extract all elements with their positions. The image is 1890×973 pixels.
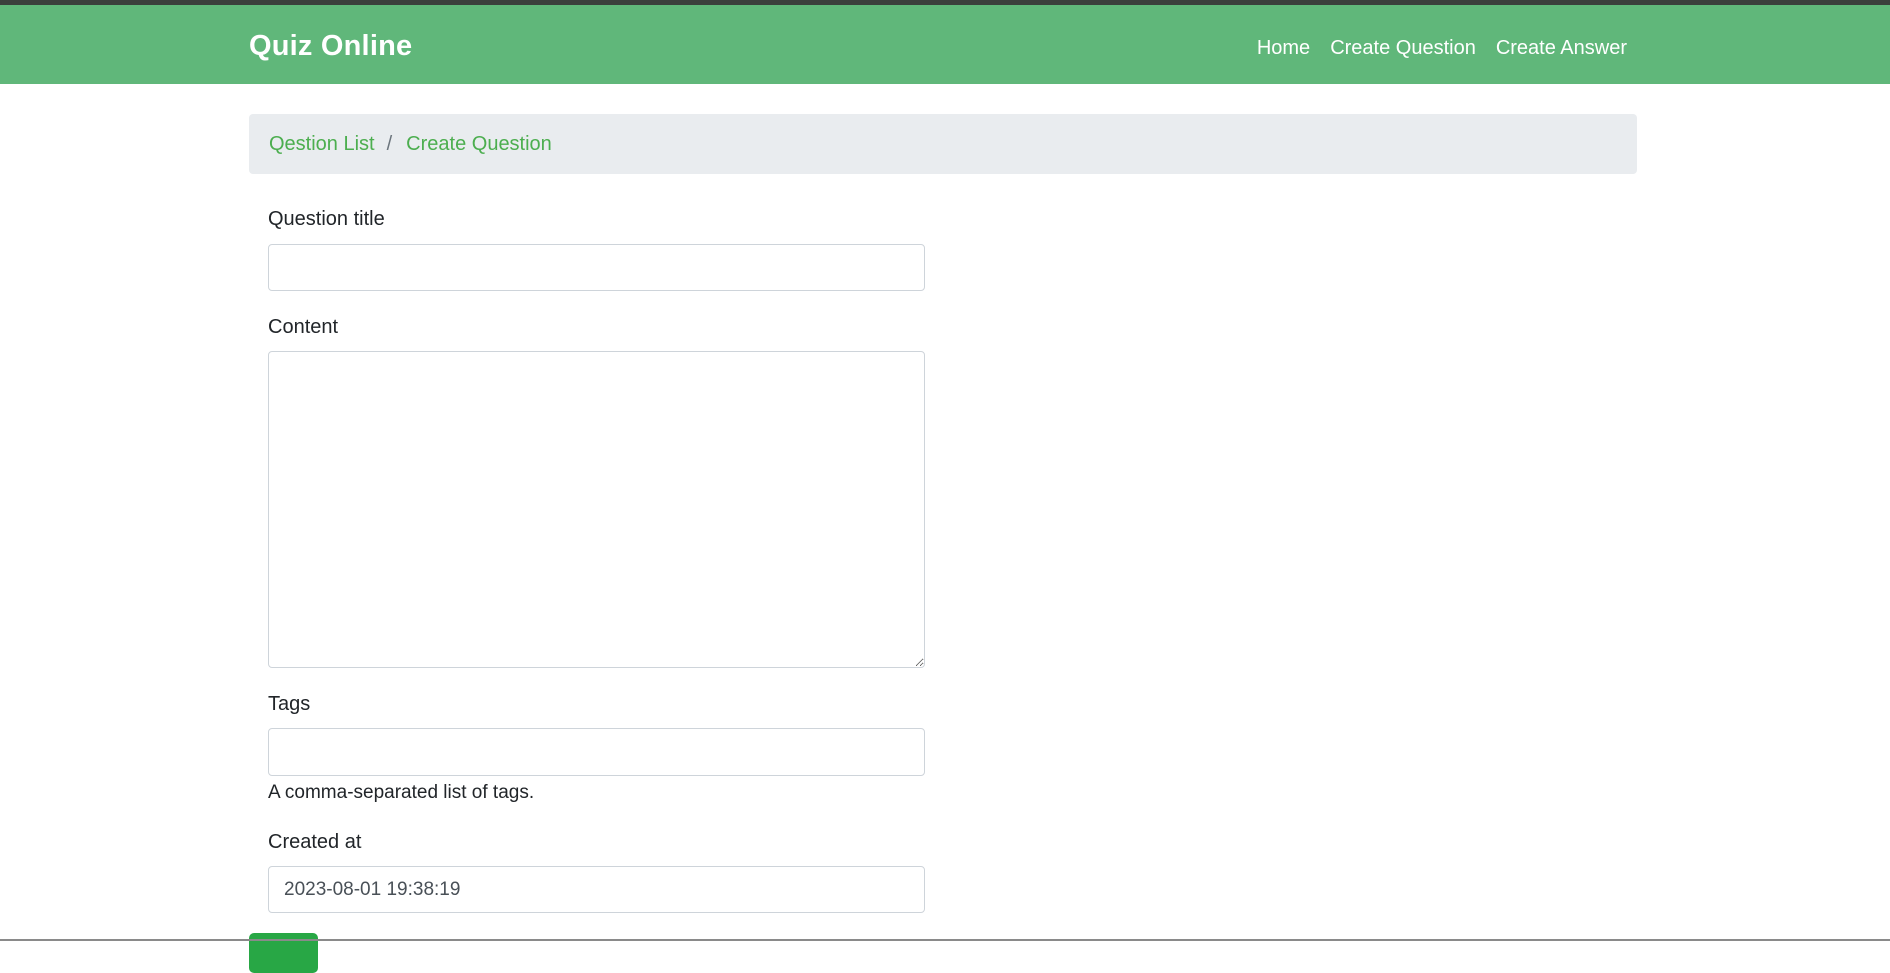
tags-label: Tags	[268, 693, 311, 715]
content-textarea[interactable]	[268, 351, 925, 668]
nav-link-home[interactable]: Home	[1257, 35, 1310, 61]
created-at-input[interactable]	[268, 866, 925, 913]
tags-help-text: A comma-separated list of tags.	[268, 782, 535, 803]
navbar: Quiz Online Home Create Question Create …	[0, 5, 1890, 84]
breadcrumb-create-question[interactable]: Create Question	[406, 133, 552, 156]
question-title-label: Question title	[268, 208, 385, 230]
nav-links: Home Create Question Create Answer	[1257, 35, 1627, 61]
question-title-input[interactable]	[268, 244, 925, 291]
tags-input[interactable]	[268, 728, 925, 776]
created-at-label: Created at	[268, 831, 362, 853]
breadcrumb-separator: /	[386, 132, 393, 155]
breadcrumb: Qestion List / Create Question	[249, 114, 1637, 174]
nav-link-create-answer[interactable]: Create Answer	[1496, 35, 1627, 61]
content-label: Content	[268, 316, 339, 338]
nav-link-create-question[interactable]: Create Question	[1330, 35, 1476, 61]
breadcrumb-question-list[interactable]: Qestion List	[269, 133, 375, 156]
brand-logo[interactable]: Quiz Online	[249, 29, 412, 63]
